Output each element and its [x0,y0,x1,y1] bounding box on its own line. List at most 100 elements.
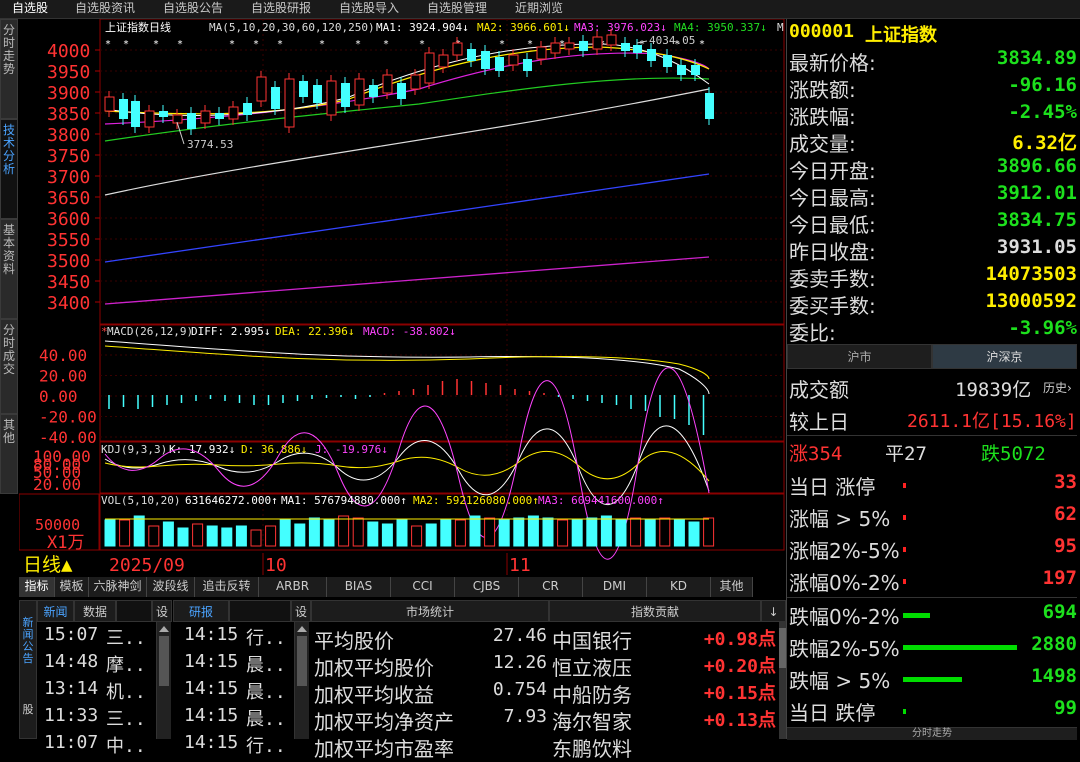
volume-bar [571,519,583,547]
candle [452,42,463,56]
list-item-time[interactable]: 14:15 [184,624,238,645]
kline-chart-area[interactable]: 4000395039003850380037503700365036003550… [19,19,785,575]
svg-text:*: * [419,39,425,50]
stat-value: 27.46 [492,625,547,646]
quote-row: 最新价格: 3834.89 [787,47,1077,75]
ma2-value: MA2: 3966.601↓ [477,21,570,34]
news-scrollbar[interactable] [156,622,171,739]
y-tick-label: 3500 [47,251,90,272]
tab-data[interactable]: 数据 [74,600,116,622]
stat-value: 12.26 [492,652,547,673]
macd-y-tick: 40.00 [39,346,87,365]
kdj-y-tick: 20.00 [33,475,81,494]
menu-watchlist-reports[interactable]: 自选股研报 [251,0,311,18]
menu-watchlist[interactable]: 自选股 [12,0,48,18]
distribution-row: 涨幅 > 5% 62 [787,503,1077,533]
intraday-section-label[interactable]: 分时走势 [787,727,1077,740]
list-item-time[interactable]: 11:33 [44,705,98,726]
indicator-tab[interactable]: 波段线 [147,577,195,597]
indicator-tab[interactable]: DMI [583,577,647,597]
volume-bar [615,519,627,547]
menu-watchlist-announcements[interactable]: 自选股公告 [163,0,223,18]
indicator-tab[interactable]: CJBS [455,577,519,597]
list-item-title[interactable]: 行.. [246,624,286,650]
stat-label: 加权平均净资产 [314,710,454,734]
reports-scrollbar[interactable] [294,622,309,739]
contribution-stock[interactable]: 恒立液压 [552,652,632,681]
candle [144,110,155,128]
list-item-time[interactable]: 14:15 [184,678,238,699]
news-settings-button[interactable]: 设 [152,600,172,622]
candle [592,36,603,50]
candle [341,83,350,107]
indicator-tab[interactable]: 指标 [19,577,55,597]
indicator-tab[interactable]: BIAS [327,577,391,597]
tab-intraday[interactable]: 分时走势 [0,19,18,119]
tab-tick-trades[interactable]: 分时成交 [0,319,18,414]
list-item-title[interactable]: 晨.. [246,678,286,704]
list-item-time[interactable]: 14:48 [44,651,98,672]
tab-sh-sz-bj[interactable]: 沪深京 [932,344,1077,369]
volume-bar [162,521,174,547]
contribution-stock[interactable]: 中国银行 [552,625,632,654]
tab-other[interactable]: 其他 [0,414,18,494]
menu-watchlist-import[interactable]: 自选股导入 [339,0,399,18]
candle [187,113,196,129]
indicator-tab[interactable]: 追击反转 [195,577,259,597]
list-item-time[interactable]: 11:07 [44,732,98,753]
history-link[interactable]: 历史› [1043,379,1072,396]
contribution-stock[interactable]: 东鹏饮料 [552,733,632,762]
indicator-tab[interactable]: 模板 [55,577,89,597]
list-item-title[interactable]: 机.. [106,678,146,704]
indicator-tab[interactable]: KD [647,577,711,597]
period-selector[interactable]: 日线▲ [23,554,73,575]
volume-bar [454,519,466,547]
indicator-tab[interactable]: ARBR [259,577,327,597]
indicator-tab[interactable]: CR [519,577,583,597]
tab-technical[interactable]: 技术分析 [0,119,18,219]
list-item-title[interactable]: 三.. [106,624,146,650]
list-item-time[interactable]: 14:15 [184,732,238,753]
contribution-stock[interactable]: 海尔智家 [552,706,632,735]
volume-bar [659,517,671,547]
reports-settings-button[interactable]: 设 [291,600,311,622]
svg-text:*: * [699,39,705,50]
list-item-title[interactable]: 摩.. [106,651,146,677]
list-item-time[interactable]: 13:14 [44,678,98,699]
tab-stock[interactable]: 股 [20,701,36,717]
list-item-title[interactable]: 晨.. [246,705,286,731]
list-item-title[interactable]: 行.. [246,732,286,758]
turnover-label: 成交额 [789,378,849,402]
list-item-time[interactable]: 14:15 [184,705,238,726]
tab-shanghai[interactable]: 沪市 [787,344,932,369]
tab-news-announcements[interactable]: 新闻公告 [20,601,36,665]
volume-bar [119,519,131,547]
macd-y-tick: 0.00 [39,387,78,406]
distribution-label: 跌幅0%-2% [789,605,900,629]
contribution-sort-button[interactable]: ↓ [761,600,786,622]
menu-recent-browse[interactable]: 近期浏览 [515,0,563,18]
tab-news[interactable]: 新闻 [37,600,74,622]
candle [536,46,547,60]
list-item-time[interactable]: 14:15 [184,651,238,672]
market-stats-header: 市场统计 [311,600,549,622]
menu-watchlist-manage[interactable]: 自选股管理 [427,0,487,18]
indicator-tab[interactable]: 六脉神剑 [89,577,147,597]
indicator-tab[interactable]: 其他 [711,577,753,597]
list-item-title[interactable]: 三.. [106,705,146,731]
list-item-title[interactable]: 晨.. [246,651,286,677]
indicator-tab[interactable]: CCI [391,577,455,597]
menu-watchlist-news[interactable]: 自选股资讯 [75,0,135,18]
svg-text:*: * [253,39,259,50]
distribution-row: 跌幅0%-2% 694 [787,601,1077,631]
tab-fundamentals[interactable]: 基本资料 [0,219,18,319]
contribution-stock[interactable]: 中船防务 [552,679,632,708]
tab-research-reports[interactable]: 研报 [173,600,229,622]
candle [104,96,115,112]
volume-bar [673,519,685,547]
distribution-value: 62 [1054,503,1077,525]
candle [200,110,211,124]
list-item-time[interactable]: 15:07 [44,624,98,645]
list-item-title[interactable]: 中.. [106,732,146,758]
contribution-scrollbar[interactable] [779,622,786,739]
